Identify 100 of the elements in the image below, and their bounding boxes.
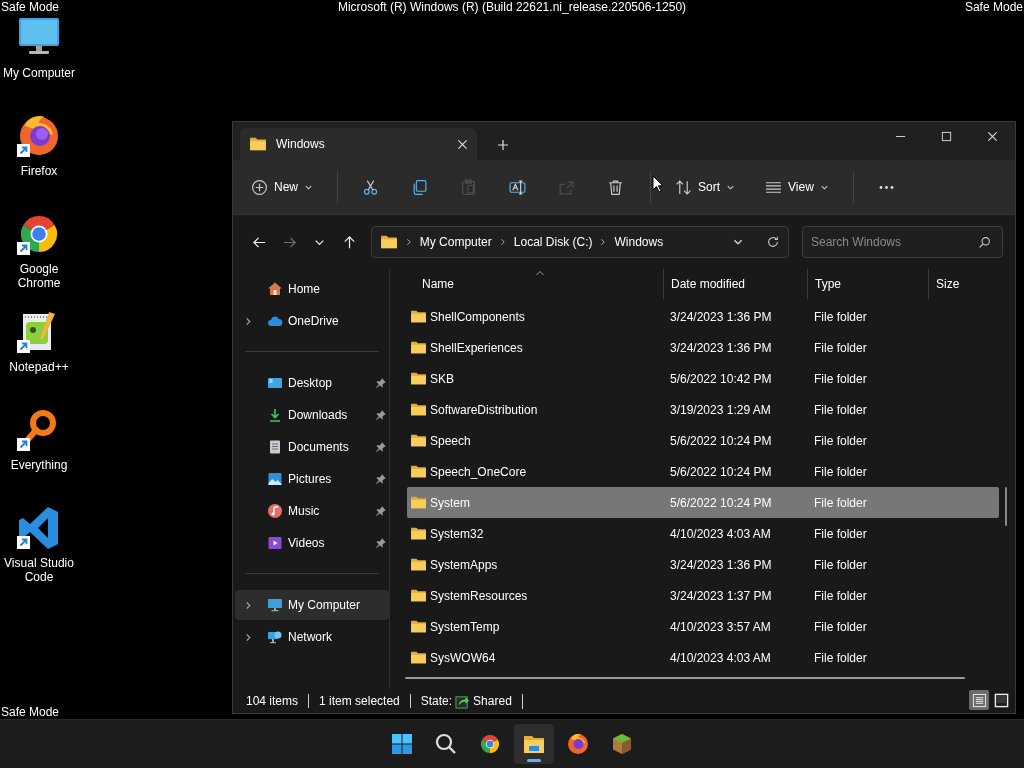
nav-item[interactable]: Desktop — [235, 368, 389, 398]
file-row[interactable]: Speech_OneCore 5/6/2022 10:24 PM File folder — [407, 456, 999, 487]
nav-item[interactable]: Home — [235, 274, 389, 304]
column-header[interactable]: Type — [807, 269, 928, 299]
name-cell-text: Speech — [430, 433, 472, 448]
file-row[interactable]: SysWOW64 4/10/2023 4:03 AM File folder — [407, 642, 999, 673]
status-text: Shared — [473, 694, 512, 708]
copy-icon — [411, 178, 428, 196]
desktop-shortcut[interactable]: Visual Studio Code — [0, 504, 78, 602]
type-cell-text: File folder — [813, 557, 868, 572]
chrome-icon — [478, 732, 502, 756]
name-cell-text: Speech_OneCore — [430, 464, 528, 479]
file-row[interactable]: SystemTemp 4/10/2023 3:57 AM File folder — [407, 611, 999, 642]
type-cell-text: File folder — [813, 588, 868, 603]
search-field[interactable]: Search Windows — [802, 226, 1003, 258]
shared-icon — [455, 693, 471, 709]
date-cell-text: 5/6/2022 10:24 PM — [669, 464, 773, 479]
nav-item[interactable]: OneDrive — [235, 306, 389, 336]
name-cell-text: ShellExperiences — [430, 340, 524, 355]
maximize-icon — [940, 130, 952, 142]
file-row[interactable]: System 5/6/2022 10:24 PM File folder — [407, 487, 999, 518]
paste-icon — [460, 178, 477, 196]
mode-label: Safe Mode — [964, 0, 1023, 14]
folder-icon — [410, 370, 427, 387]
file-row[interactable]: System32 4/10/2023 4:03 AM File folder — [407, 518, 999, 549]
nav-item[interactable]: Downloads — [235, 400, 389, 430]
column-header[interactable]: Date modified — [663, 269, 807, 299]
nav-item[interactable]: Music — [235, 496, 389, 526]
nav-item[interactable]: My Computer — [235, 590, 389, 620]
date-cell-text: 5/6/2022 10:24 PM — [669, 433, 773, 448]
date-cell-text: 3/24/2023 1:36 PM — [669, 557, 773, 572]
address-bar[interactable]: My Computer Local Disk (C:) Windows — [370, 226, 789, 258]
column-header[interactable]: Size — [928, 269, 1015, 299]
file-row[interactable]: ShellExperiences 3/24/2023 1:36 PM File folder — [407, 332, 999, 363]
tab[interactable]: Windows — [240, 128, 477, 160]
file-row[interactable]: SKB 5/6/2022 10:42 PM File folder — [407, 363, 999, 394]
name-cell-text: SysWOW64 — [430, 650, 497, 665]
house-icon — [267, 281, 283, 297]
type-cell-text: File folder — [813, 619, 868, 634]
document-icon — [267, 439, 283, 455]
folder-icon — [410, 587, 427, 604]
folder-icon — [410, 432, 427, 449]
type-cell-text: File folder — [813, 340, 868, 355]
chevron-icon — [599, 238, 608, 246]
video-icon — [267, 535, 283, 551]
breadcrumb[interactable]: My Computer — [419, 235, 492, 249]
rename-icon — [509, 178, 526, 196]
nav-item[interactable]: Videos — [235, 528, 389, 558]
chevron-icon — [498, 238, 507, 246]
more-icon — [877, 185, 895, 189]
type-cell-text: File folder — [813, 402, 868, 417]
refresh-icon — [766, 235, 780, 249]
name-cell-text: SystemTemp — [430, 619, 501, 634]
toolbar-button[interactable]: New — [245, 171, 319, 203]
date-cell-text: 3/24/2023 1:37 PM — [669, 588, 773, 603]
desktop-shortcut[interactable]: Google Chrome — [0, 210, 78, 308]
file-row[interactable]: SystemApps 3/24/2023 1:36 PM File folder — [407, 549, 999, 580]
block-icon — [610, 732, 634, 756]
date-cell-text: 5/6/2022 10:42 PM — [669, 371, 773, 386]
desktop-shortcut[interactable]: My Computer — [0, 14, 78, 112]
file-row[interactable]: ShellComponents 3/24/2023 1:36 PM File folder — [407, 301, 999, 332]
type-cell-text: File folder — [813, 433, 868, 448]
chevron-icon — [404, 238, 413, 246]
close-icon — [457, 138, 468, 150]
folder-icon — [410, 649, 427, 666]
type-cell-text: File folder — [813, 371, 868, 386]
toolbar-button[interactable]: View — [759, 171, 835, 203]
column-header[interactable]: Name — [407, 269, 663, 299]
taskbar-button[interactable] — [514, 724, 554, 764]
scrollbar-thumb[interactable] — [1005, 487, 1007, 526]
search-icon — [434, 732, 458, 756]
details-view-button[interactable] — [969, 690, 989, 710]
name-cell-text: SystemApps — [430, 557, 499, 572]
desktop-shortcut[interactable]: Firefox — [0, 112, 78, 210]
folder-icon — [410, 401, 427, 418]
download-icon — [267, 407, 283, 423]
desktop-shortcut[interactable]: Everything — [0, 406, 78, 504]
build-label: Microsoft (R) Windows (R) (Build 22621.ni_release.220506-1250) — [337, 0, 687, 14]
toolbar-button[interactable]: Sort — [669, 171, 742, 203]
nav-item[interactable]: Documents — [235, 432, 389, 462]
breadcrumb[interactable]: Windows — [614, 235, 664, 249]
search-icon — [978, 236, 991, 249]
file-row[interactable]: SoftwareDistribution 3/19/2023 1:29 AM File folder — [407, 394, 999, 425]
nav-item[interactable]: Pictures — [235, 464, 389, 494]
network-icon — [267, 629, 283, 645]
scrollbar-thumb[interactable] — [405, 677, 965, 679]
start-icon — [390, 732, 414, 756]
date-cell-text: 3/24/2023 1:36 PM — [669, 340, 773, 355]
date-cell-text: 4/10/2023 3:57 AM — [669, 619, 772, 634]
square-icon — [993, 692, 1009, 708]
desktop-shortcut[interactable]: Notepad++ — [0, 308, 78, 406]
breadcrumb[interactable]: Local Disk (C:) — [513, 235, 593, 249]
folder-icon — [410, 525, 427, 542]
date-cell-text: 5/6/2022 10:24 PM — [669, 495, 773, 510]
name-cell-text: ShellComponents — [430, 309, 526, 324]
file-row[interactable]: SystemResources 3/24/2023 1:37 PM File folder — [407, 580, 999, 611]
file-row[interactable]: Speech 5/6/2022 10:24 PM File folder — [407, 425, 999, 456]
list-icon — [971, 692, 987, 708]
type-cell-text: File folder — [813, 309, 868, 324]
nav-item[interactable]: Network — [235, 622, 389, 652]
